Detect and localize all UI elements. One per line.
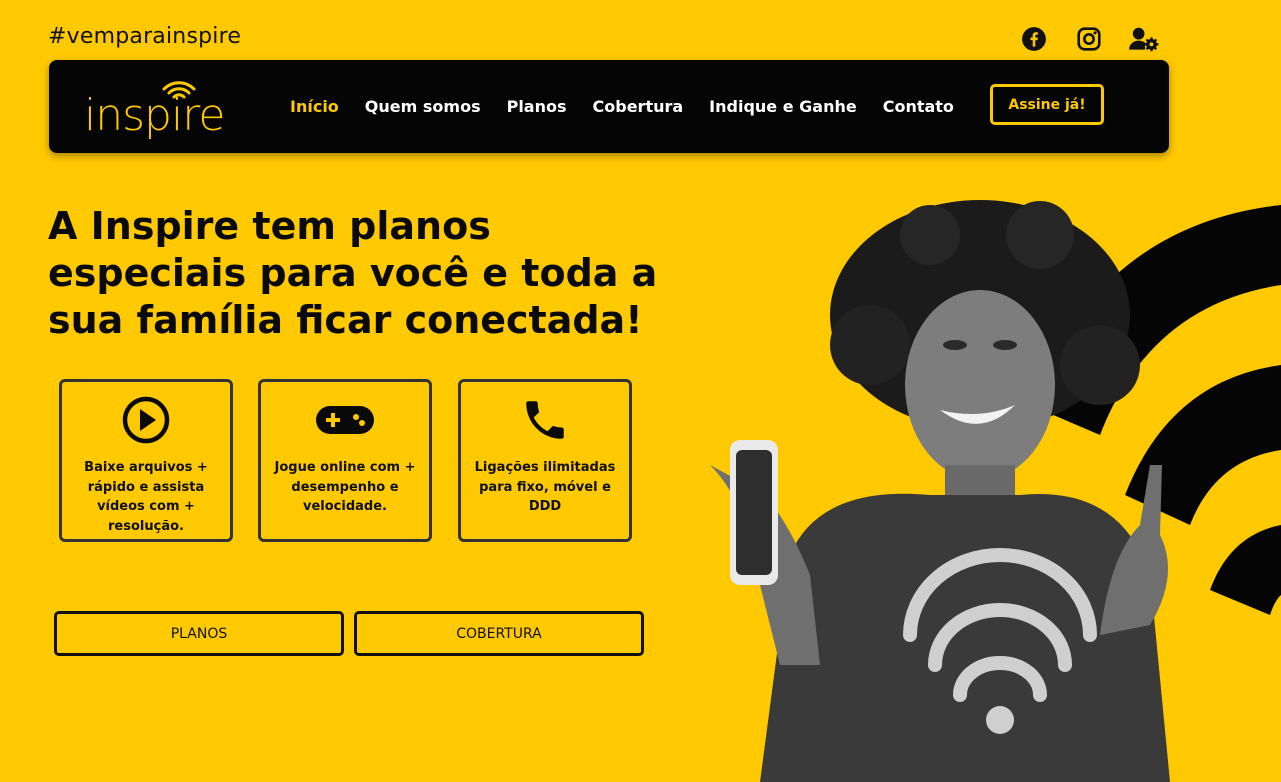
main-navbar: inspire Início Quem somos Planos Cobertu… (49, 60, 1169, 153)
nav-link-contato[interactable]: Contato (883, 97, 954, 116)
feature-text: Ligações ilimitadas para fixo, móvel e D… (474, 460, 616, 514)
subscribe-button[interactable]: Assine já! (990, 84, 1104, 125)
plans-button[interactable]: PLANOS (54, 611, 344, 656)
coverage-button[interactable]: COBERTURA (354, 611, 644, 656)
wifi-logo-icon (162, 81, 196, 99)
nav-link-cobertura[interactable]: Cobertura (593, 97, 684, 116)
hashtag-text: #vemparainspire (48, 24, 242, 49)
facebook-icon[interactable] (1019, 24, 1049, 54)
feature-text: Baixe arquivos + rápido e assista vídeos… (84, 460, 208, 534)
feature-card-calls: Ligações ilimitadas para fixo, móvel e D… (458, 379, 632, 542)
face (905, 290, 1055, 480)
play-circle-icon (122, 396, 170, 444)
nav-link-indique-e-ganhe[interactable]: Indique e Ganhe (709, 97, 857, 116)
hero-image (710, 200, 1281, 782)
logo-text: inspire (84, 90, 225, 141)
nav-links: Início Quem somos Planos Cobertura Indiq… (290, 60, 980, 153)
phone-icon (526, 401, 564, 439)
user-settings-icon[interactable] (1127, 24, 1161, 54)
inspire-logo[interactable]: inspire (84, 76, 234, 141)
nav-link-planos[interactable]: Planos (507, 97, 567, 116)
gamepad-icon (316, 406, 374, 434)
feature-card-gaming: Jogue online com + desempenho e velocida… (258, 379, 432, 542)
nav-link-quem-somos[interactable]: Quem somos (365, 97, 481, 116)
instagram-icon[interactable] (1074, 24, 1104, 54)
hero-headline: A Inspire tem planos especiais para você… (48, 204, 658, 342)
nav-link-inicio[interactable]: Início (290, 97, 339, 116)
feature-card-downloads: Baixe arquivos + rápido e assista vídeos… (59, 379, 233, 542)
feature-text: Jogue online com + desempenho e velocida… (274, 460, 416, 514)
